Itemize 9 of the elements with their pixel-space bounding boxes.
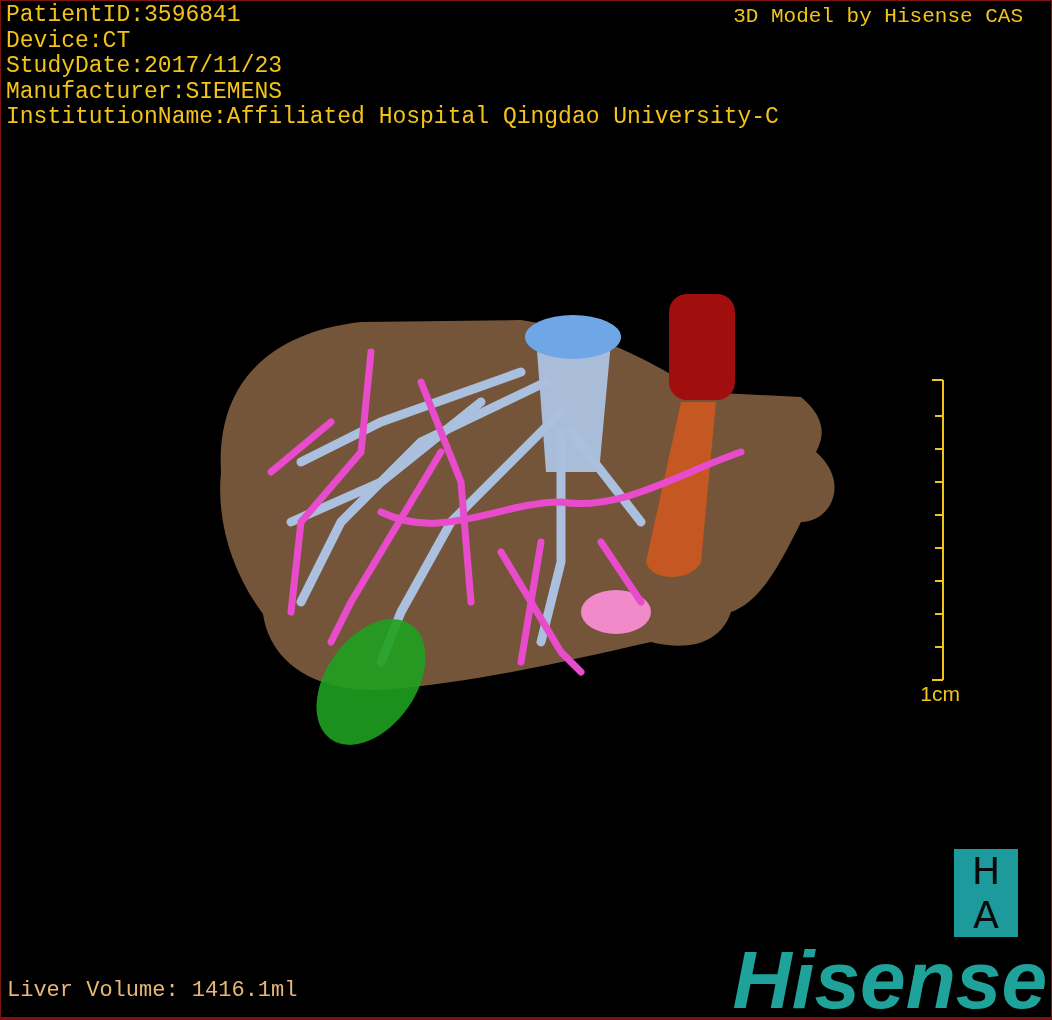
liver-volume-text: Liver Volume: 1416.1ml	[6, 977, 298, 1005]
study-info-text: InstitutionName:Affiliated Hospital Qingdao University-C	[6, 105, 779, 131]
study-info-text: StudyDate:2017/11/23	[6, 54, 283, 80]
logo-badge: H A	[954, 849, 1018, 937]
study-info-text: PatientID:3596841	[6, 3, 241, 29]
study-info-text: Device:CT	[6, 28, 131, 54]
study-info-text: Manufacturer:SIEMENS	[6, 79, 283, 105]
scale-label: 1cm	[920, 681, 960, 707]
logo-wordmark: Hisense	[732, 945, 1047, 1015]
